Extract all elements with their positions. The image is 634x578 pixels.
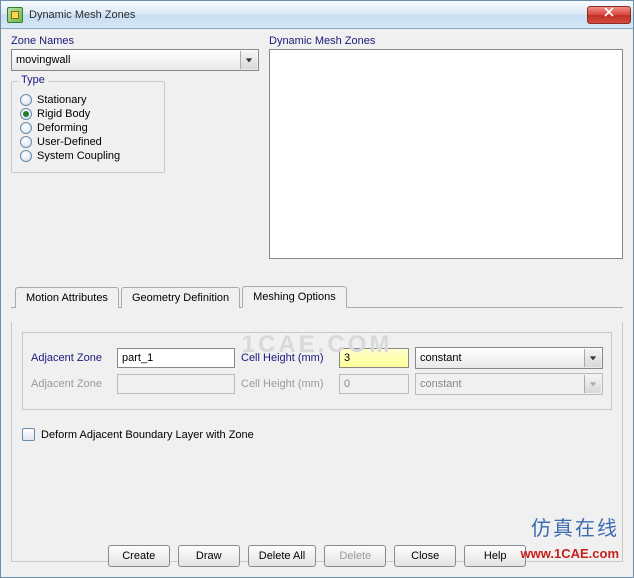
tabs-strip: Motion AttributesGeometry DefinitionMesh… bbox=[11, 285, 623, 308]
radio-label: User-Defined bbox=[37, 136, 102, 148]
dropdown-value: constant bbox=[420, 378, 462, 390]
button-row: Create Draw Delete All Delete Close Help bbox=[11, 545, 623, 567]
close-icon[interactable] bbox=[587, 6, 631, 24]
window-title: Dynamic Mesh Zones bbox=[29, 9, 587, 21]
adjacent-zone-label: Adjacent Zone bbox=[31, 378, 111, 390]
zone-names-label: Zone Names bbox=[11, 35, 259, 47]
radio-label: Deforming bbox=[37, 122, 88, 134]
type-groupbox: Type StationaryRigid BodyDeformingUser-D… bbox=[11, 81, 165, 173]
type-radio-rigid-body[interactable]: Rigid Body bbox=[20, 108, 156, 120]
help-button[interactable]: Help bbox=[464, 545, 526, 567]
radio-label: Stationary bbox=[37, 94, 87, 106]
radio-label: Rigid Body bbox=[37, 108, 90, 120]
zone-names-value: movingwall bbox=[16, 54, 70, 66]
radio-label: System Coupling bbox=[37, 150, 120, 162]
adjacent-zone-field bbox=[117, 374, 235, 394]
type-radio-user-defined[interactable]: User-Defined bbox=[20, 136, 156, 148]
adjacent-zone-field[interactable]: part_1 bbox=[117, 348, 235, 368]
client-area: Zone Names movingwall Type Stationary Rig… bbox=[11, 35, 623, 533]
cell-height-mode-dropdown: constant bbox=[415, 373, 603, 395]
deform-checkbox[interactable] bbox=[22, 428, 35, 441]
radio-icon bbox=[20, 122, 32, 134]
tab-geometry-definition[interactable]: Geometry Definition bbox=[121, 287, 240, 308]
app-icon bbox=[7, 7, 23, 23]
mesh-row: Adjacent Zone part_1 Cell Height (mm) 3 cons… bbox=[31, 347, 603, 369]
tab-motion-attributes[interactable]: Motion Attributes bbox=[15, 287, 119, 308]
cell-height-label: Cell Height (mm) bbox=[241, 378, 333, 390]
type-radio-deforming[interactable]: Deforming bbox=[20, 122, 156, 134]
zone-names-dropdown[interactable]: movingwall bbox=[11, 49, 259, 71]
cell-height-field[interactable]: 3 bbox=[339, 348, 409, 368]
titlebar[interactable]: Dynamic Mesh Zones bbox=[1, 1, 633, 29]
radio-icon bbox=[20, 108, 32, 120]
cell-height-field: 0 bbox=[339, 374, 409, 394]
cell-height-mode-dropdown[interactable]: constant bbox=[415, 347, 603, 369]
delete-button: Delete bbox=[324, 545, 386, 567]
adjacent-zone-label: Adjacent Zone bbox=[31, 352, 111, 364]
zones-list-label: Dynamic Mesh Zones bbox=[269, 35, 623, 47]
chevron-down-icon[interactable] bbox=[240, 51, 257, 69]
type-group-title: Type bbox=[18, 74, 48, 86]
chevron-down-icon[interactable] bbox=[584, 349, 601, 367]
cell-height-label: Cell Height (mm) bbox=[241, 352, 333, 364]
radio-icon bbox=[20, 136, 32, 148]
meshing-options-page: Adjacent Zone part_1 Cell Height (mm) 3 cons… bbox=[11, 322, 623, 562]
draw-button[interactable]: Draw bbox=[178, 545, 240, 567]
mesh-row: Adjacent Zone Cell Height (mm) 0 constant bbox=[31, 373, 603, 395]
tab-meshing-options[interactable]: Meshing Options bbox=[242, 286, 347, 308]
radio-icon bbox=[20, 94, 32, 106]
create-button[interactable]: Create bbox=[108, 545, 170, 567]
meshing-form: Adjacent Zone part_1 Cell Height (mm) 3 cons… bbox=[22, 332, 612, 410]
delete-all-button[interactable]: Delete All bbox=[248, 545, 316, 567]
radio-icon bbox=[20, 150, 32, 162]
close-button[interactable]: Close bbox=[394, 545, 456, 567]
deform-checkbox-label: Deform Adjacent Boundary Layer with Zone bbox=[41, 429, 254, 441]
zones-listbox[interactable] bbox=[269, 49, 623, 259]
type-radio-system-coupling[interactable]: System Coupling bbox=[20, 150, 156, 162]
type-radio-stationary[interactable]: Stationary bbox=[20, 94, 156, 106]
dialog-window: Dynamic Mesh Zones Zone Names movingwall… bbox=[0, 0, 634, 578]
chevron-down-icon bbox=[584, 375, 601, 393]
dropdown-value: constant bbox=[420, 352, 462, 364]
